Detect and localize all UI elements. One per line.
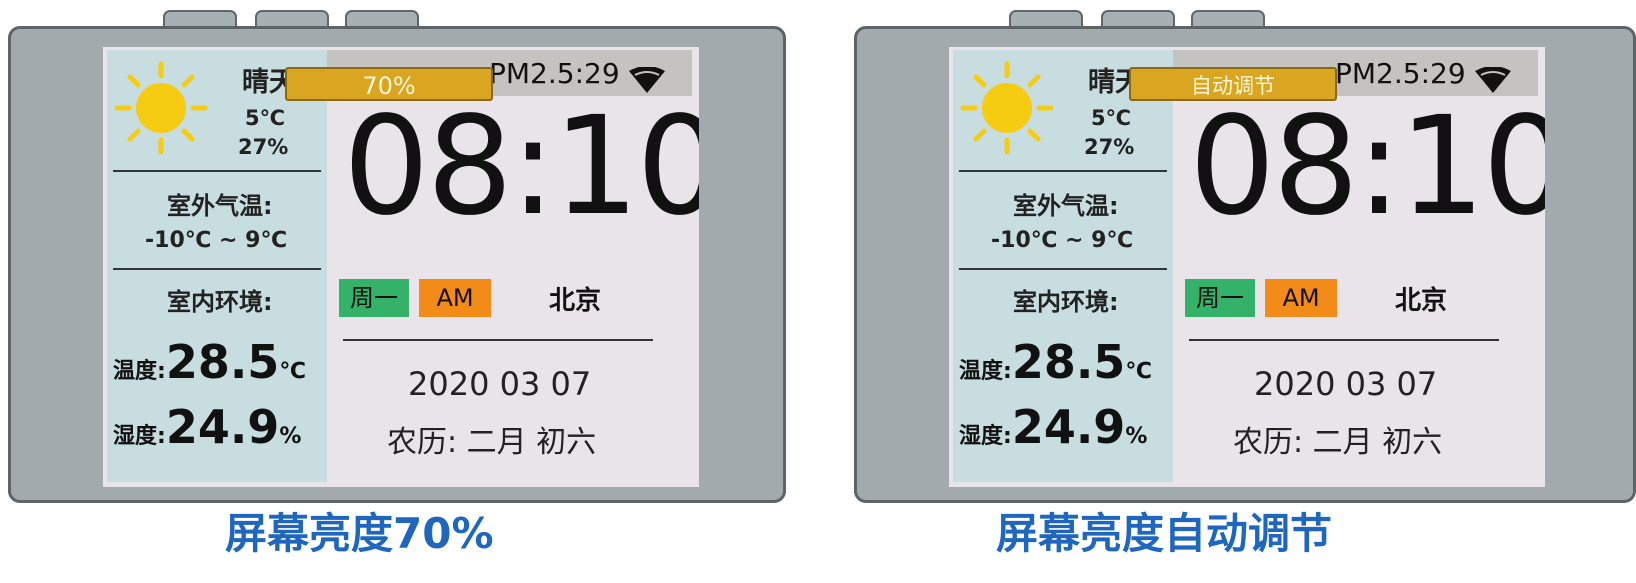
sun-icon bbox=[960, 61, 1054, 155]
divider bbox=[1189, 339, 1499, 341]
indoor-env-label: 室内环境: bbox=[167, 288, 273, 316]
indoor-temperature: 温度:28.5℃ bbox=[113, 335, 306, 389]
divider bbox=[959, 170, 1167, 172]
clock-time: 08:10 bbox=[1189, 88, 1545, 246]
caption-brightness-auto: 屏幕亮度自动调节 bbox=[996, 509, 1333, 558]
city-name: 北京 bbox=[549, 286, 602, 316]
divider bbox=[113, 170, 321, 172]
indoor-humidity: 湿度:24.9% bbox=[113, 400, 301, 454]
city-name: 北京 bbox=[1395, 286, 1448, 316]
brightness-overlay: 自动调节 bbox=[1129, 67, 1337, 101]
indoor-humidity: 湿度:24.9% bbox=[959, 400, 1147, 454]
date-text: 2020 03 07 bbox=[408, 365, 592, 403]
indoor-temp-value: 28.5 bbox=[165, 335, 280, 389]
indoor-hum-key: 湿度: bbox=[113, 424, 166, 449]
indoor-temp-key: 温度: bbox=[113, 359, 166, 384]
indoor-temp-value: 28.5 bbox=[1011, 335, 1126, 389]
ampm-badge: AM bbox=[419, 279, 491, 317]
outdoor-temp-label: 室外气温: bbox=[1013, 192, 1119, 220]
weather-sidebar: 晴天 5℃ 27% 室外气温: -10℃ ~ 9℃ 室内环境: 温度:28.5℃… bbox=[953, 50, 1173, 482]
indoor-env-label: 室内环境: bbox=[1013, 288, 1119, 316]
device-panel-brightness-70: 晴天 5℃ 27% 室外气温: -10℃ ~ 9℃ 室内环境: 温度:28.5℃… bbox=[0, 10, 786, 503]
brightness-overlay: 70% bbox=[285, 67, 493, 101]
indoor-hum-value: 24.9 bbox=[1011, 400, 1126, 454]
device-bezel: 晴天 5℃ 27% 室外气温: -10℃ ~ 9℃ 室内环境: 温度:28.5℃… bbox=[8, 26, 786, 503]
indoor-hum-unit: % bbox=[279, 424, 302, 449]
sun-icon bbox=[114, 61, 208, 155]
caption-brightness-70: 屏幕亮度70% bbox=[225, 509, 494, 558]
indoor-hum-value: 24.9 bbox=[165, 400, 280, 454]
pm25-readout: PM2.5:29 bbox=[489, 57, 620, 90]
outdoor-temp-label: 室外气温: bbox=[167, 192, 273, 220]
device-screen: 晴天 5℃ 27% 室外气温: -10℃ ~ 9℃ 室内环境: 温度:28.5℃… bbox=[949, 47, 1545, 487]
weekday-badge: 周一 bbox=[339, 279, 409, 317]
indoor-hum-unit: % bbox=[1125, 424, 1148, 449]
weekday-badge: 周一 bbox=[1185, 279, 1255, 317]
outdoor-temp-range: -10℃ ~ 9℃ bbox=[145, 228, 288, 253]
lunar-date: 农历: 二月 初六 bbox=[387, 425, 597, 460]
divider bbox=[959, 268, 1167, 270]
weather-humidity: 27% bbox=[238, 135, 289, 159]
indoor-temp-key: 温度: bbox=[959, 359, 1012, 384]
clock-time: 08:10 bbox=[343, 88, 699, 246]
device-panel-brightness-auto: 晴天 5℃ 27% 室外气温: -10℃ ~ 9℃ 室内环境: 温度:28.5℃… bbox=[846, 10, 1636, 503]
pm25-readout: PM2.5:29 bbox=[1335, 57, 1466, 90]
indoor-temperature: 温度:28.5℃ bbox=[959, 335, 1152, 389]
divider bbox=[343, 339, 653, 341]
indoor-temp-unit: ℃ bbox=[1125, 359, 1152, 384]
ampm-badge: AM bbox=[1265, 279, 1337, 317]
indoor-temp-unit: ℃ bbox=[279, 359, 306, 384]
device-bezel: 晴天 5℃ 27% 室外气温: -10℃ ~ 9℃ 室内环境: 温度:28.5℃… bbox=[854, 26, 1636, 503]
date-text: 2020 03 07 bbox=[1254, 365, 1438, 403]
weather-sidebar: 晴天 5℃ 27% 室外气温: -10℃ ~ 9℃ 室内环境: 温度:28.5℃… bbox=[107, 50, 327, 482]
divider bbox=[113, 268, 321, 270]
lunar-date: 农历: 二月 初六 bbox=[1233, 425, 1443, 460]
device-screen: 晴天 5℃ 27% 室外气温: -10℃ ~ 9℃ 室内环境: 温度:28.5℃… bbox=[103, 47, 699, 487]
weather-temperature: 5℃ bbox=[1091, 106, 1132, 130]
indoor-hum-key: 湿度: bbox=[959, 424, 1012, 449]
outdoor-temp-range: -10℃ ~ 9℃ bbox=[991, 228, 1134, 253]
weather-humidity: 27% bbox=[1084, 135, 1135, 159]
weather-temperature: 5℃ bbox=[245, 106, 286, 130]
